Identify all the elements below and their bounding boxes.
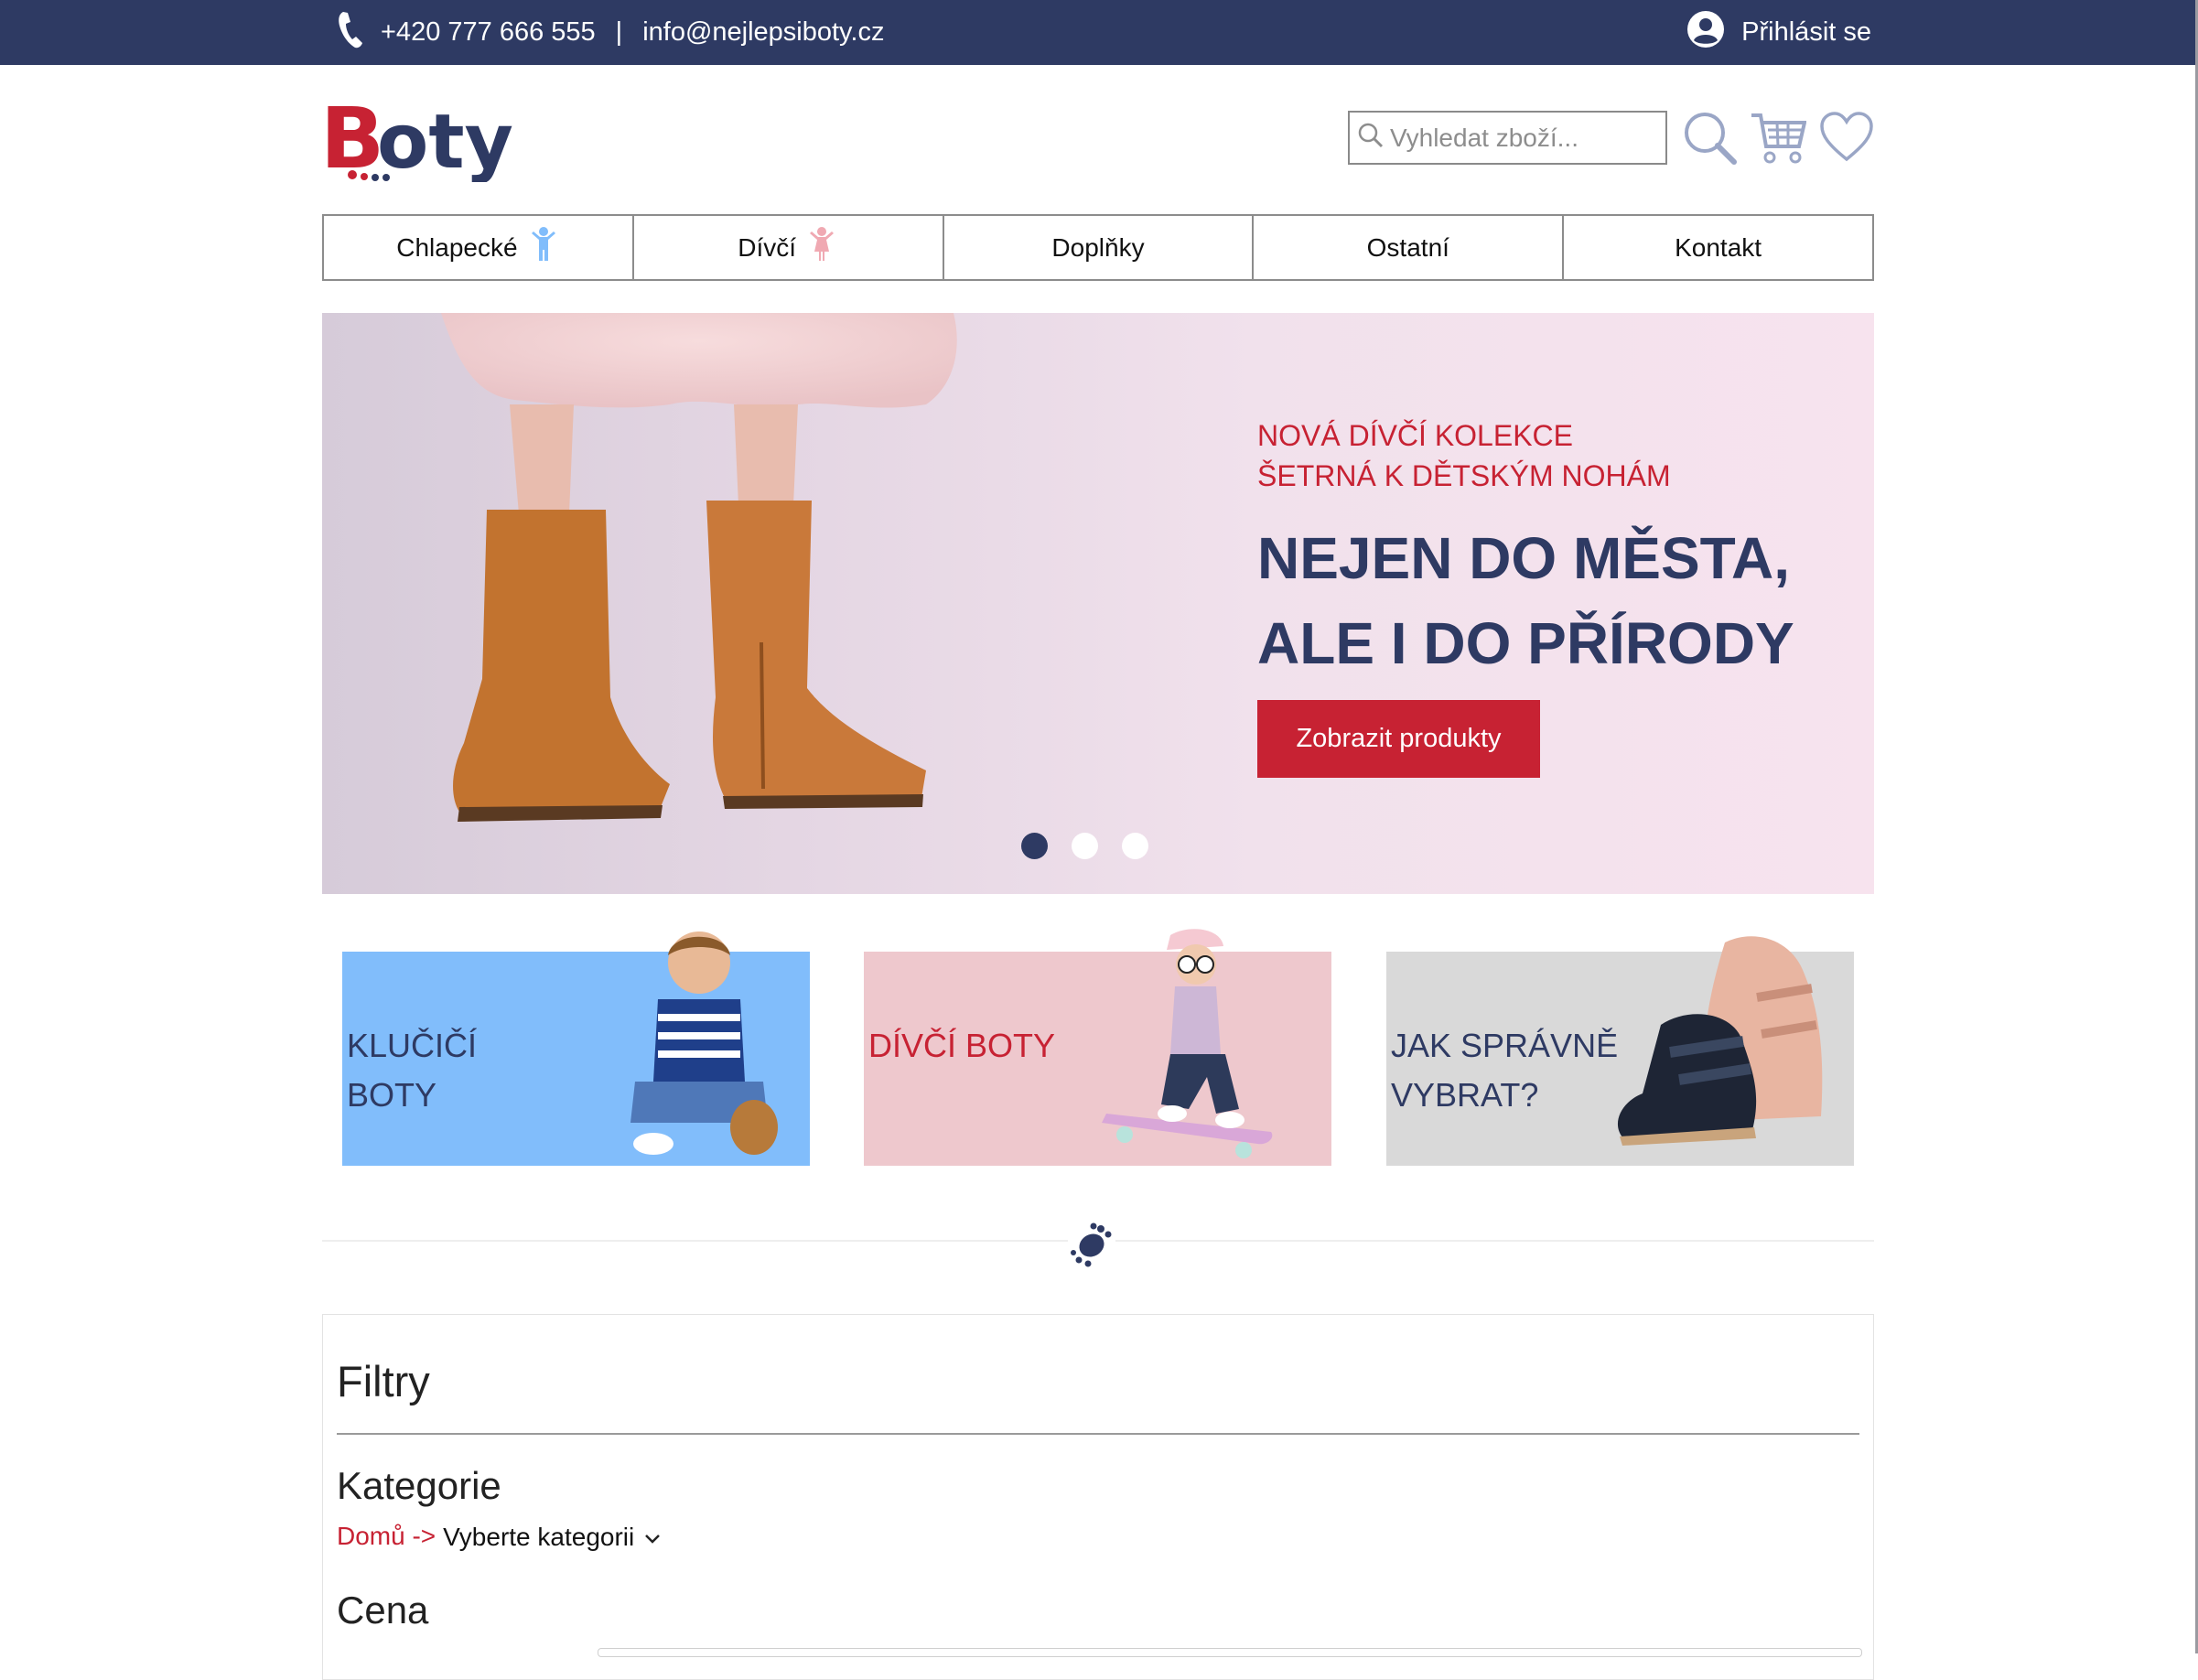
heart-icon[interactable] <box>1819 110 1874 169</box>
filters-panel: Filtry Kategorie Domů -> Vyberte kategor… <box>322 1314 1874 1680</box>
breadcrumb-home-link[interactable]: Domů -> <box>337 1522 436 1551</box>
category-card-line2: VYBRAT? <box>1391 1076 1539 1114</box>
boy-figure-icon <box>527 226 560 269</box>
price-filter-title: Cena <box>337 1588 429 1632</box>
category-card-label: JAK SPRÁVNĚ VYBRAT? <box>1391 1021 1618 1120</box>
chevron-down-icon <box>644 1522 661 1551</box>
category-card-line1: KLUČIČÍ <box>347 1027 478 1064</box>
nav-item-boys[interactable]: Chlapecké <box>324 216 634 279</box>
nav-item-accessories[interactable]: Doplňky <box>944 216 1255 279</box>
cart-icon[interactable] <box>1750 110 1807 171</box>
hero-tagline: NOVÁ DÍVČÍ KOLEKCE ŠETRNÁ K DĚTSKÝM NOHÁ… <box>1257 415 1671 496</box>
login-link[interactable]: Přihlásit se <box>1686 0 1871 65</box>
footprints-icon <box>1068 1218 1115 1269</box>
filters-title: Filtry <box>337 1357 430 1405</box>
contact-separator: | <box>615 17 623 47</box>
search-input[interactable] <box>1388 122 1657 154</box>
category-card-guide[interactable]: JAK SPRÁVNĚ VYBRAT? <box>1386 936 1854 1166</box>
category-card-girls[interactable]: DÍVČÍ BOTY <box>864 929 1331 1166</box>
carousel-dot-3[interactable] <box>1122 833 1148 859</box>
category-breadcrumb: Domů -> Vyberte kategorii <box>337 1522 673 1551</box>
price-range-slider[interactable] <box>598 1648 1862 1657</box>
filters-divider <box>337 1433 1859 1435</box>
nav-item-other[interactable]: Ostatní <box>1254 216 1565 279</box>
email-link[interactable]: info@nejlepsiboty.cz <box>642 17 884 48</box>
girl-figure-icon <box>805 226 838 269</box>
hero-tagline-line1: NOVÁ DÍVČÍ KOLEKCE <box>1257 419 1573 452</box>
nav-item-label: Dívčí <box>738 232 797 262</box>
search-icon[interactable] <box>1682 110 1739 171</box>
category-card-line1: DÍVČÍ BOTY <box>868 1027 1056 1064</box>
show-products-button[interactable]: Zobrazit produkty <box>1257 700 1540 778</box>
phone-number[interactable]: +420 777 666 555 <box>381 17 596 48</box>
nav-item-label: Chlapecké <box>396 232 518 262</box>
boy-photo <box>630 932 778 1155</box>
search-box[interactable] <box>1348 111 1667 165</box>
svg-text:oty: oty <box>377 99 513 182</box>
category-card-line1: JAK SPRÁVNĚ <box>1391 1027 1619 1064</box>
category-card-boys[interactable]: KLUČIČÍ BOTY <box>342 932 810 1166</box>
nav-item-label: Ostatní <box>1366 232 1449 262</box>
category-card-label: KLUČIČÍ BOTY <box>347 1021 477 1120</box>
search-icon <box>1357 122 1385 154</box>
nav-item-label: Doplňky <box>1051 232 1145 262</box>
top-bar: +420 777 666 555 | info@nejlepsiboty.cz … <box>0 0 2195 65</box>
category-filter-title: Kategorie <box>337 1464 501 1507</box>
carousel-dot-1[interactable] <box>1021 833 1048 859</box>
category-card-label: DÍVČÍ BOTY <box>868 1021 1055 1071</box>
nav-item-girls[interactable]: Dívčí <box>634 216 944 279</box>
girl-photo <box>1102 929 1273 1158</box>
contact-info: +420 777 666 555 | info@nejlepsiboty.cz <box>337 0 884 65</box>
nav-item-contact[interactable]: Kontakt <box>1564 216 1872 279</box>
carousel-dots <box>1021 833 1148 859</box>
login-label: Přihlásit se <box>1741 17 1871 47</box>
hero-headline: NEJEN DO MĚSTA, ALE I DO PŘÍRODY <box>1257 516 1794 686</box>
main-nav: Chlapecké Dívčí Doplňky Ostatní Kontakt <box>322 214 1874 281</box>
carousel-dot-2[interactable] <box>1072 833 1098 859</box>
hero-tagline-line2: ŠETRNÁ K DĚTSKÝM NOHÁM <box>1257 459 1671 492</box>
hero-headline-line2: ALE I DO PŘÍRODY <box>1257 610 1794 676</box>
nav-item-label: Kontakt <box>1675 232 1762 262</box>
hero-headline-line1: NEJEN DO MĚSTA, <box>1257 525 1790 591</box>
category-select[interactable]: Vyberte kategorii <box>443 1522 673 1551</box>
svg-text:B: B <box>320 94 384 182</box>
shoes-photo <box>1617 936 1823 1146</box>
user-icon <box>1686 10 1725 56</box>
logo[interactable]: B oty <box>320 90 522 188</box>
category-card-line2: BOTY <box>347 1076 437 1114</box>
hero-banner: NOVÁ DÍVČÍ KOLEKCE ŠETRNÁ K DĚTSKÝM NOHÁ… <box>322 313 1874 894</box>
phone-icon <box>337 10 364 56</box>
